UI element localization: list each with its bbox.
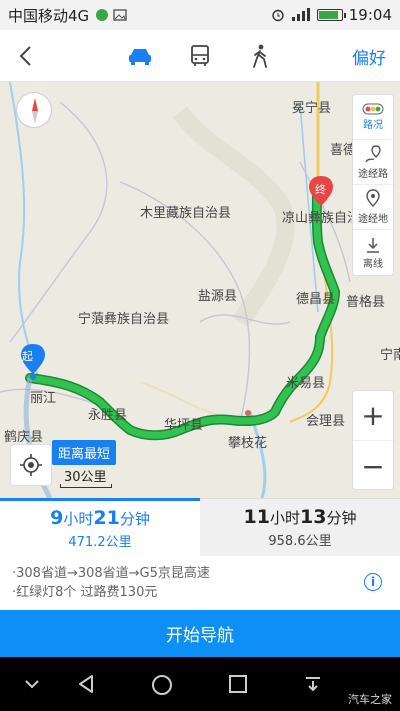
map-label-ninglang: 宁蒗彝族自治县	[78, 312, 170, 327]
mode-walk-tab[interactable]	[244, 40, 276, 72]
offline-button[interactable]: 离线	[353, 230, 393, 275]
via-point-button[interactable]: 途经地	[353, 185, 393, 230]
start-navigation-button[interactable]: 开始导航	[0, 610, 400, 657]
compass-icon	[32, 98, 38, 124]
watermark: 汽车之家	[348, 693, 392, 706]
preference-button[interactable]: 偏好	[352, 44, 386, 69]
traffic-light-icon	[362, 103, 384, 115]
back-icon[interactable]	[76, 674, 96, 694]
map-view[interactable]: 起 终 冕宁县 喜德 木里藏族自治县 凉山彝族自治 盐源县 宁蒗彝族自治县 德昌…	[0, 82, 400, 498]
download-icon	[367, 237, 379, 253]
system-nav-bar: 汽车之家	[0, 657, 400, 711]
start-marker-label: 起	[22, 350, 33, 363]
signal-icon	[291, 8, 310, 21]
via-road-button[interactable]: 途经路	[353, 140, 393, 185]
route-traffic-toll: ·红绿灯8个 过路费130元	[12, 585, 158, 600]
back-arrow-icon	[19, 45, 31, 66]
route-callout: 距离最短	[52, 440, 117, 465]
alarm-icon	[272, 9, 284, 22]
home-icon[interactable]	[151, 674, 173, 696]
zoom-out-button[interactable]: −	[353, 441, 393, 491]
bus-icon	[191, 45, 209, 66]
zoom-in-button[interactable]: +	[353, 391, 393, 441]
scale-bar	[60, 484, 112, 488]
locate-me-button[interactable]	[10, 444, 52, 486]
location-service-icon	[96, 9, 109, 21]
traffic-button[interactable]: 路况	[353, 95, 393, 140]
back-button[interactable]	[0, 30, 50, 82]
notification-pull-icon[interactable]	[304, 675, 322, 695]
car-icon	[129, 49, 151, 65]
map-label-huili: 会理县	[306, 414, 346, 429]
map-label-miyi: 米易县	[286, 376, 326, 391]
map-label-lijiang: 丽江	[30, 391, 57, 406]
map-label-muli: 木里藏族自治县	[140, 206, 232, 221]
locate-icon	[20, 454, 42, 476]
recents-icon[interactable]	[228, 674, 248, 694]
mode-car-tab[interactable]	[124, 40, 156, 72]
map-label-puge: 普格县	[346, 295, 386, 310]
route-option-2[interactable]: 11小时13分钟 958.6公里	[200, 498, 400, 556]
map-label-yanyuan: 盐源县	[198, 289, 238, 304]
route-time: 9小时21分钟	[50, 507, 150, 529]
zoom-controls: + −	[352, 390, 394, 490]
clock: 19:04	[348, 6, 392, 24]
map-label-liangshan: 凉山彝族自治	[282, 211, 361, 226]
route-pin-icon	[365, 145, 381, 163]
route-distance: 958.6公里	[268, 534, 332, 549]
scale-label: 30公里	[64, 470, 107, 485]
map-label-panzhihua: 攀枝花	[228, 436, 268, 451]
mode-bus-tab[interactable]	[184, 40, 216, 72]
battery-icon	[316, 9, 346, 21]
carrier-label: 中国移动4G	[8, 6, 90, 25]
status-bar: 中国移动4G 19:04	[0, 0, 400, 30]
map-label-huaping: 华坪县	[164, 418, 204, 433]
image-icon	[113, 9, 127, 21]
route-options: 9小时21分钟 471.2公里 11小时13分钟 958.6公里	[0, 498, 400, 556]
route-option-1[interactable]: 9小时21分钟 471.2公里	[0, 498, 200, 556]
route-distance: 471.2公里	[68, 535, 132, 550]
map-label-yongsheng: 永胜县	[88, 408, 128, 423]
walk-icon	[253, 44, 267, 68]
compass-button[interactable]	[16, 92, 52, 128]
map-label-heqing: 鹤庆县	[4, 430, 44, 445]
map-tools-panel: 路况 途经路 途经地 离线	[352, 94, 394, 276]
map-label-mianning: 冕宁县	[292, 101, 332, 116]
map-label-dechang: 德昌县	[296, 292, 336, 307]
info-icon[interactable]: i	[364, 573, 382, 591]
route-time: 11小时13分钟	[243, 506, 357, 528]
route-details[interactable]: ·308省道→308省道→G5京昆高速 ·红绿灯8个 过路费130元 i	[0, 556, 400, 608]
map-label-ningnan: 宁南	[380, 348, 400, 363]
end-marker-label: 终	[315, 183, 326, 196]
route-header: 偏好	[0, 30, 400, 82]
chevron-down-icon[interactable]	[24, 677, 40, 691]
route-roads: ·308省道→308省道→G5京昆高速	[12, 566, 210, 581]
location-pin-icon	[366, 189, 380, 207]
